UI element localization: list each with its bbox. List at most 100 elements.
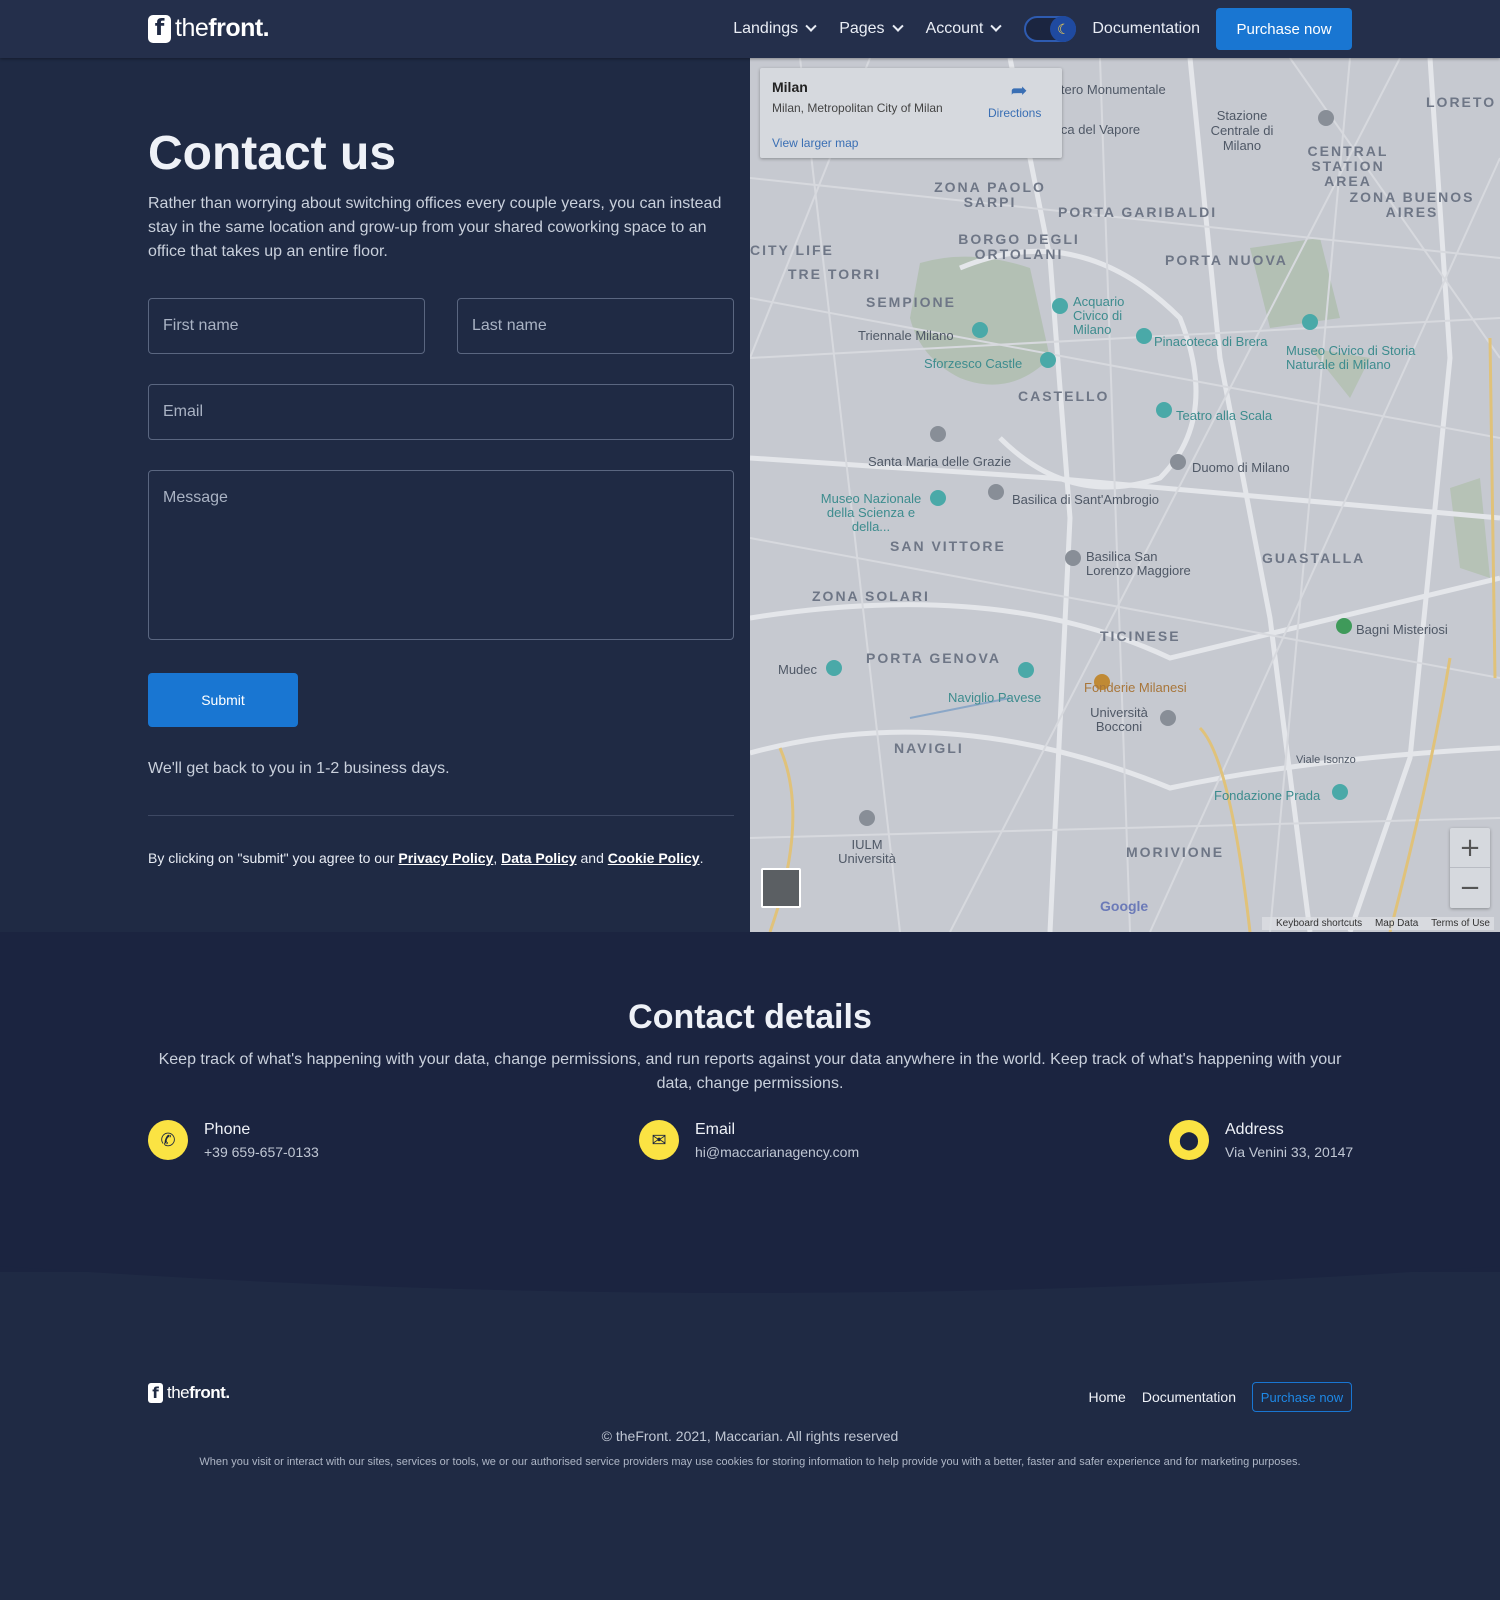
map-label: PORTA NUOVA [1165,252,1288,268]
google-logo: Google [1100,898,1149,914]
map-label: BORGO DEGLI ORTOLANI [958,231,1080,262]
contact-email-label: Email [695,1121,736,1138]
map-label: CITY LIFE [750,242,834,258]
contact-details-title: Contact details [628,998,872,1036]
chevron-down-icon [990,20,1003,32]
footer-logo[interactable]: f thefront. [148,1383,230,1403]
nav-pages-label: Pages [839,20,885,37]
map-label: Università Bocconi [1090,705,1148,734]
footer-home-link[interactable]: Home [1088,1389,1125,1405]
footer-nav: Home Documentation Purchase now [1072,1382,1352,1412]
map-footer: Keyboard shortcuts Map Data Terms of Use [1262,917,1494,930]
keyboard-shortcuts-link[interactable]: Keyboard shortcuts [1276,918,1362,929]
contact-section: Contact us Rather than worrying about sw… [0,58,750,932]
map-label: Viale Isonzo [1296,754,1356,766]
map-label: itero Monumentale [1058,82,1166,97]
submit-button[interactable]: Submit [148,673,298,727]
google-map[interactable]: itero Monumentale ica del Vapore Stazion… [750,58,1500,932]
map-label: SEMPIONE [866,294,956,310]
copyright: © theFront. 2021, Maccarian. All rights … [601,1428,899,1444]
privacy-policy-link[interactable]: Privacy Policy [398,850,493,866]
data-policy-link[interactable]: Data Policy [501,850,576,866]
footer-documentation-link[interactable]: Documentation [1142,1389,1236,1405]
cookie-policy-link[interactable]: Cookie Policy [608,850,700,866]
nav-account-label: Account [925,20,984,37]
nav-documentation[interactable]: Documentation [1092,20,1200,38]
contact-phone-label: Phone [204,1121,251,1138]
map-label: Naviglio Pavese [948,690,1042,705]
map-label: SAN VITTORE [890,538,1006,554]
terms-and: and [576,850,608,866]
map-label: MORIVIONE [1126,844,1225,860]
map-zoom-controls: + − [1450,828,1490,908]
map-label: Fonderie Milanesi [1084,680,1187,695]
phone-icon: ✆ [148,1120,188,1160]
theme-toggle[interactable]: ☾ [1024,16,1077,42]
terms-prefix: By clicking on "submit" you agree to our [148,850,399,866]
map-label: Basilica di Sant'Ambrogio [1012,492,1159,507]
nav-account[interactable]: Account [925,20,1003,38]
terms-period: . [699,850,704,866]
map-label: TICINESE [1100,628,1181,644]
logo-mark-icon: f [148,1383,163,1403]
view-larger-map-link[interactable]: View larger map [772,136,858,150]
response-time-note: We'll get back to you in 1-2 business da… [148,760,450,777]
map-label: Santa Maria delle Grazie [868,454,1012,469]
email-field[interactable] [148,384,734,440]
map-label: PORTA GENOVA [866,650,1001,666]
satellite-toggle[interactable] [761,868,801,908]
brand-logo[interactable]: f thefront. [148,14,270,43]
map-label: Stazione Centrale di Milano [1210,108,1274,153]
cookie-notice: When you visit or interact with our site… [199,1456,1301,1468]
logo-wordmark: thefront. [175,14,270,42]
map-label: CENTRAL STATION AREA [1307,143,1389,189]
chevron-down-icon [805,20,817,32]
nav-landings[interactable]: Landings [733,20,817,38]
divider [148,815,734,816]
contact-phone: ✆ Phone +39 659-657-0133 [148,1120,319,1160]
map-label: Teatro alla Scala [1176,408,1273,423]
map-data-link[interactable]: Map Data [1375,918,1418,929]
map-label: TRE TORRI [788,266,882,282]
map-label: Pinacoteca di Brera [1154,334,1268,349]
contact-details-lead: Keep track of what's happening with your… [158,1051,1342,1092]
zoom-out-button[interactable]: − [1450,868,1490,908]
first-name-field[interactable] [148,298,425,354]
directions-link[interactable]: Directions [988,106,1041,120]
map-label: ica del Vapore [1058,122,1141,137]
contact-lead: Rather than worrying about switching off… [148,195,722,260]
map-label: PORTA GARIBALDI [1058,204,1218,220]
purchase-now-button[interactable]: Purchase now [1216,8,1352,50]
map-label: Fondazione Prada [1214,788,1321,803]
map-label: Museo Civico di Storia Naturale di Milan… [1286,343,1416,372]
footer-purchase-button[interactable]: Purchase now [1252,1382,1352,1412]
map-label: Museo Nazionale della Scienza e della... [820,491,922,534]
contact-address-value: Via Venini 33, 20147 [1225,1144,1354,1160]
contact-address: ⬤ Address Via Venini 33, 20147 [1169,1120,1353,1160]
section-curve-divider [0,1220,1500,1293]
map-label: ZONA PAOLO SARPI [934,179,1046,210]
top-navbar: f thefront. Landings Pages Account ☾ Doc… [0,0,1500,58]
nav-landings-label: Landings [733,20,799,37]
map-label: Acquario Civico di Milano [1073,294,1125,337]
page-title: Contact us [148,127,397,180]
location-pin-icon: ⬤ [1169,1120,1209,1160]
message-field[interactable] [148,470,734,640]
zoom-in-button[interactable]: + [1450,828,1490,868]
map-place-subtitle: Milan, Metropolitan City of Milan [772,101,943,115]
contact-address-label: Address [1225,1121,1284,1138]
contact-email: ✉ Email hi@maccarianagency.com [639,1120,859,1160]
directions-icon[interactable]: ➦ [1008,80,1030,102]
nav-pages[interactable]: Pages [839,20,904,38]
map-label: Bagni Misteriosi [1356,622,1448,637]
footer-logo-wordmark: thefront. [167,1383,230,1402]
terms-text: By clicking on "submit" you agree to our… [148,850,703,866]
map-label: Triennale Milano [858,328,954,343]
last-name-field[interactable] [457,298,734,354]
main-nav: Landings Pages Account ☾ Documentation P… [717,8,1352,50]
terms-of-use-link[interactable]: Terms of Use [1431,918,1490,929]
map-label: GUASTALLA [1262,550,1366,566]
logo-mark-icon: f [148,14,171,43]
map-label: IULM Università [838,837,896,866]
chevron-down-icon [891,20,904,32]
